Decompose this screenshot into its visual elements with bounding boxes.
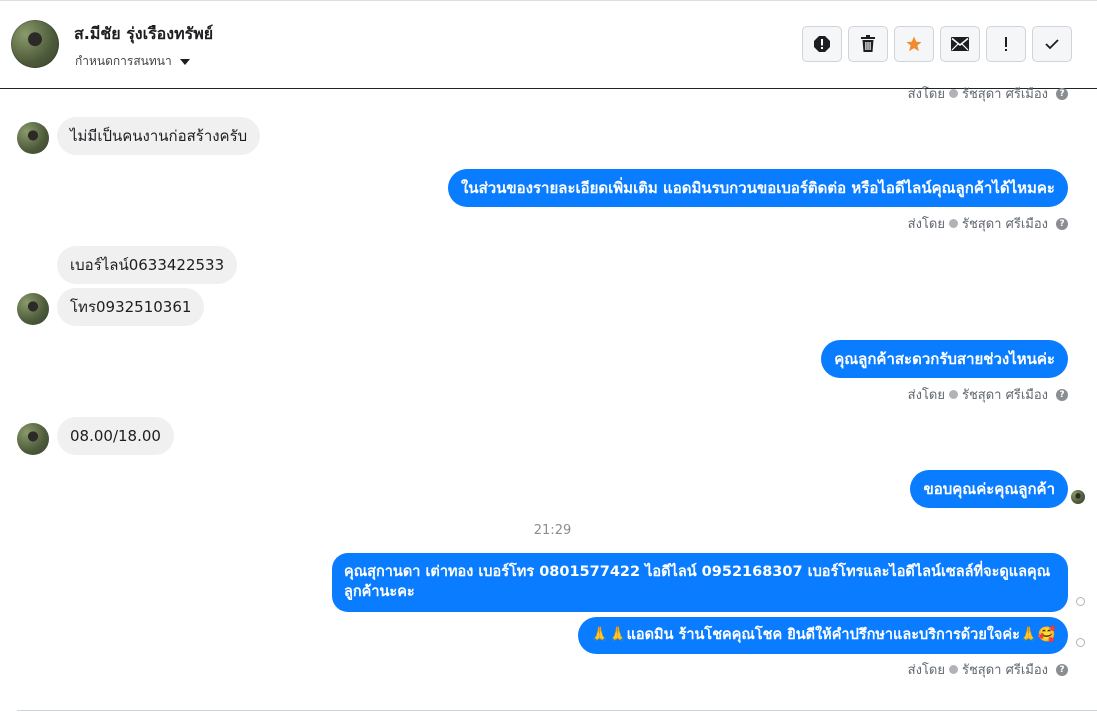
contact-avatar[interactable] — [11, 20, 59, 68]
sent-check-icon — [948, 665, 958, 674]
outgoing-message[interactable]: 🙏🙏แอดมิน ร้านโชคคุณโชค ยินดีให้คำปรึกษาแ… — [578, 617, 1068, 654]
spam-icon — [814, 36, 830, 52]
envelope-icon — [951, 37, 969, 51]
conversation-header: ส.มีชัย รุ่งเรืองทรัพย์ กำหนดการสนทนา — [0, 0, 1097, 89]
sent-by-label: ส่งโดย — [907, 87, 945, 102]
sent-check-icon — [948, 390, 958, 399]
outgoing-message[interactable]: คุณสุกานดา เต่าทอง เบอร์โทร 0801577422 ไ… — [332, 553, 1068, 612]
important-icon — [1005, 37, 1007, 51]
incoming-message[interactable]: เบอร์ไลน์0633422533 — [57, 246, 238, 284]
incoming-message[interactable]: ไม่มีเป็นคนงานก่อสร้างครับ — [57, 117, 261, 155]
help-icon[interactable]: ? — [1056, 87, 1068, 100]
sent-by-line: ส่งโดย รัชสุดา ศรีเมือง ? — [908, 659, 1068, 680]
sent-by-agent: รัชสุดา ศรีเมือง — [961, 87, 1048, 102]
sent-by-label: ส่งโดย — [907, 217, 945, 232]
sent-by-label: ส่งโดย — [907, 388, 945, 403]
check-icon — [1045, 39, 1059, 50]
incoming-message[interactable]: 08.00/18.00 — [57, 417, 174, 455]
conversation-settings-dropdown[interactable]: กำหนดการสนทนา — [75, 52, 190, 71]
sent-by-line: ส่งโดย รัชสุดา ศรีเมือง ? — [908, 384, 1068, 405]
sent-check-icon — [948, 89, 958, 98]
sent-by-agent: รัชสุดา ศรีเมือง — [961, 663, 1048, 678]
contact-avatar-small — [17, 293, 49, 325]
star-icon — [906, 36, 922, 52]
star-button[interactable] — [894, 26, 934, 62]
mark-spam-button[interactable] — [802, 26, 842, 62]
outgoing-message[interactable]: ในส่วนของรายละเอียดเพิ่มเติม แอดมินรบกวน… — [447, 169, 1068, 207]
conversation-settings-label: กำหนดการสนทนา — [75, 54, 172, 68]
outgoing-message[interactable]: ขอบคุณค่ะคุณลูกค้า — [910, 470, 1068, 508]
sent-by-agent: รัชสุดา ศรีเมือง — [961, 388, 1048, 403]
follow-up-button[interactable] — [986, 26, 1026, 62]
caret-down-icon — [179, 58, 190, 65]
message-timestamp: 21:29 — [533, 523, 572, 538]
sent-by-line: ส่งโดย รัชสุดา ศรีเมือง ? — [908, 83, 1068, 104]
mark-unread-button[interactable] — [940, 26, 980, 62]
incoming-message[interactable]: โทร0932510361 — [57, 288, 205, 326]
sent-check-icon — [948, 219, 958, 228]
help-icon[interactable]: ? — [1056, 663, 1068, 676]
top-divider — [0, 0, 1097, 1]
seen-avatar — [1071, 490, 1085, 504]
composer-divider — [17, 710, 1097, 711]
header-toolbar — [802, 26, 1072, 62]
delivered-status-icon — [1076, 597, 1085, 606]
delete-button[interactable] — [848, 26, 888, 62]
help-icon[interactable]: ? — [1056, 217, 1068, 230]
mark-done-button[interactable] — [1032, 26, 1072, 62]
contact-name[interactable]: ส.มีชัย รุ่งเรืองทรัพย์ — [74, 22, 213, 47]
delivered-status-icon — [1076, 638, 1085, 647]
help-icon[interactable]: ? — [1056, 388, 1068, 401]
sent-by-agent: รัชสุดา ศรีเมือง — [961, 217, 1048, 232]
contact-avatar-small — [17, 423, 49, 455]
trash-icon — [861, 35, 875, 52]
sent-by-line: ส่งโดย รัชสุดา ศรีเมือง ? — [908, 213, 1068, 234]
outgoing-message[interactable]: คุณลูกค้าสะดวกรับสายช่วงไหนค่ะ — [821, 340, 1068, 378]
contact-avatar-small — [17, 122, 49, 154]
sent-by-label: ส่งโดย — [907, 663, 945, 678]
